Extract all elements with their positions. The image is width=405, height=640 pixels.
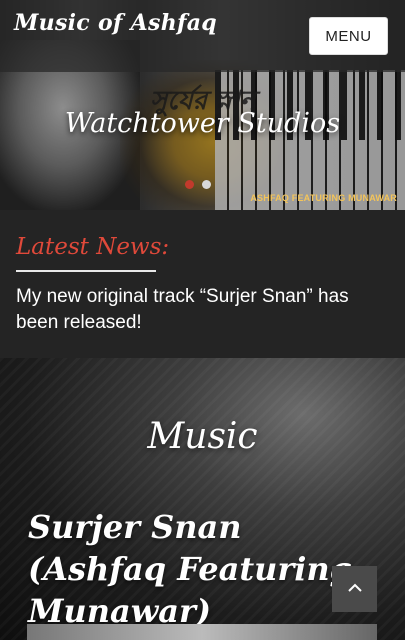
site-title[interactable]: Music of Ashfaq bbox=[14, 10, 217, 36]
news-heading: Latest News: bbox=[16, 234, 170, 260]
song-thumbnail[interactable] bbox=[27, 624, 377, 640]
slider-dot-1[interactable] bbox=[185, 180, 194, 189]
news-heading-underline bbox=[16, 270, 156, 272]
scroll-to-top-button[interactable] bbox=[332, 566, 377, 612]
latest-news-section: Latest News: My new original track “Surj… bbox=[0, 210, 405, 358]
slider-dots bbox=[185, 180, 211, 189]
news-text: My new original track “Surjer Snan” has … bbox=[16, 286, 349, 333]
slider-dot-2[interactable] bbox=[202, 180, 211, 189]
music-heading: Music bbox=[147, 416, 258, 457]
chevron-up-icon bbox=[347, 580, 363, 598]
hero-title: Watchtower Studios bbox=[64, 108, 341, 139]
menu-button[interactable]: MENU bbox=[309, 17, 388, 55]
hero-caption: ASHFAQ FEATURING MUNAWAR bbox=[250, 193, 397, 203]
